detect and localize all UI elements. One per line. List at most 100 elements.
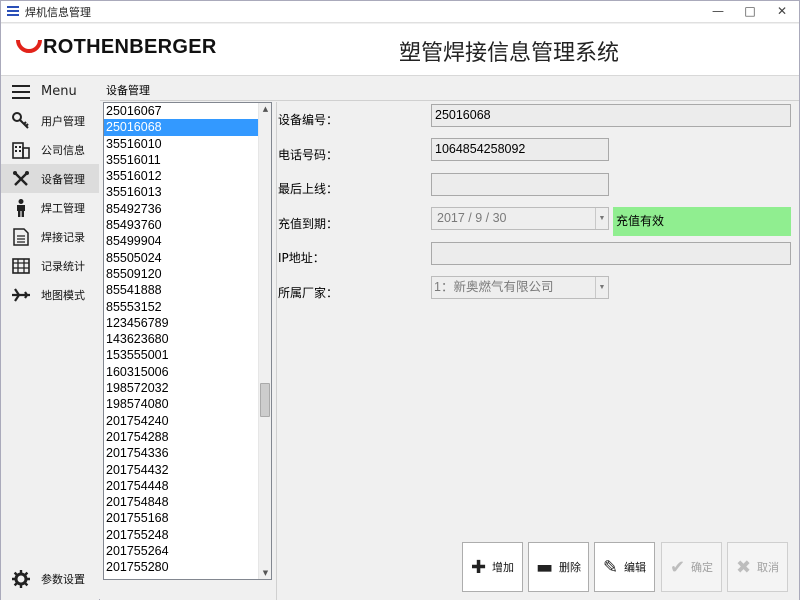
manufacturer-label: 所属厂家：: [278, 286, 339, 300]
list-item[interactable]: 198572032: [104, 380, 258, 396]
app-header: ROTHENBERGER 塑管焊接信息管理系统: [1, 24, 799, 76]
tools-icon: [1, 170, 41, 188]
add-button-label: 增加: [492, 561, 515, 574]
recharge-date-picker[interactable]: 2017 / 9 / 30 ▼: [431, 207, 609, 230]
device-list[interactable]: 25016067 25016068 35516010 35516011 35516012…: [103, 102, 272, 580]
check-icon: ✔: [669, 556, 686, 578]
document-icon: [1, 227, 41, 246]
system-title: 塑管焊接信息管理系统: [399, 41, 620, 66]
list-item[interactable]: 201754336: [104, 445, 258, 461]
sidebar: Menu 用户管理 公司信息 设备管理 焊工管理 焊接记录 记录统计 地图模式 …: [1, 77, 99, 600]
app-window: 焊机信息管理 — □ ✕ ROTHENBERGER 塑管焊接信息管理系统 Men…: [0, 0, 800, 600]
list-item[interactable]: 25016068: [104, 119, 258, 136]
scroll-up-icon[interactable]: ▲: [259, 103, 271, 115]
settings-label: 参数设置: [41, 572, 85, 586]
title-bar: 焊机信息管理 — □ ✕: [1, 1, 799, 23]
delete-button[interactable]: ▬ 删除: [528, 542, 589, 592]
list-item[interactable]: 123456789: [104, 315, 258, 331]
sidebar-item-label: 记录统计: [41, 259, 85, 273]
list-scrollbar[interactable]: ▲ ▼: [258, 103, 271, 579]
sidebar-item-label: 焊工管理: [41, 201, 85, 215]
chevron-down-icon[interactable]: ▼: [595, 208, 608, 229]
list-item[interactable]: 201755264: [104, 543, 258, 559]
list-item[interactable]: 35516011: [104, 152, 258, 168]
sidebar-item-devices[interactable]: 设备管理: [1, 164, 99, 193]
add-button[interactable]: ✚ 增加: [462, 542, 523, 592]
person-icon: [1, 198, 41, 217]
manufacturer-value: 1：新奥燃气有限公司: [434, 280, 554, 294]
confirm-button[interactable]: ✔ 确定: [661, 542, 722, 592]
menu-label: Menu: [41, 84, 77, 99]
list-item[interactable]: 201754288: [104, 429, 258, 445]
minimize-button[interactable]: —: [711, 3, 725, 19]
list-item[interactable]: 201754848: [104, 494, 258, 510]
list-item[interactable]: 160315006: [104, 364, 258, 380]
last-online-field[interactable]: [431, 173, 609, 196]
gear-icon: [1, 569, 41, 588]
plus-icon: ✚: [470, 556, 487, 578]
list-item[interactable]: 201754240: [104, 413, 258, 429]
recharge-date-value: 2017 / 9 / 30: [437, 211, 507, 225]
key-icon: [1, 111, 41, 130]
hamburger-icon: [1, 84, 41, 99]
list-item[interactable]: 35516010: [104, 136, 258, 152]
sidebar-item-users[interactable]: 用户管理: [1, 106, 99, 135]
confirm-button-label: 确定: [691, 561, 714, 574]
main-panel: 设备管理 25016067 25016068 35516010 35516011 355…: [100, 77, 799, 600]
sidebar-item-statistics[interactable]: 记录统计: [1, 251, 99, 280]
list-item[interactable]: 85493760: [104, 217, 258, 233]
list-item[interactable]: 85505024: [104, 250, 258, 266]
list-item[interactable]: 198574080: [104, 396, 258, 412]
scroll-down-icon[interactable]: ▼: [259, 567, 271, 579]
list-item[interactable]: 85553152: [104, 299, 258, 315]
list-item[interactable]: 35516012: [104, 168, 258, 184]
device-no-label: 设备编号：: [278, 113, 339, 127]
building-icon: [1, 141, 41, 159]
list-item[interactable]: 85499904: [104, 233, 258, 249]
sidebar-item-label: 地图模式: [41, 288, 85, 302]
scroll-thumb[interactable]: [260, 383, 270, 417]
list-item[interactable]: 201754448: [104, 478, 258, 494]
edit-button[interactable]: ✎ 编辑: [594, 542, 655, 592]
list-item[interactable]: 85492736: [104, 201, 258, 217]
recharge-status-badge: 充值有效: [613, 207, 791, 236]
list-item[interactable]: 201755248: [104, 527, 258, 543]
sidebar-item-label: 用户管理: [41, 114, 85, 128]
list-item[interactable]: 201754432: [104, 462, 258, 478]
phone-label: 电话号码：: [278, 148, 339, 162]
device-no-field[interactable]: 25016068: [431, 104, 791, 127]
list-item[interactable]: 85509120: [104, 266, 258, 282]
list-item[interactable]: 153555001: [104, 347, 258, 363]
manufacturer-select[interactable]: 1：新奥燃气有限公司 ▼: [431, 276, 609, 299]
list-item[interactable]: 25016067: [104, 103, 258, 119]
last-online-label: 最后上线：: [278, 182, 339, 196]
sidebar-item-map[interactable]: 地图模式: [1, 280, 99, 309]
table-icon: [1, 257, 41, 274]
panel-divider: [276, 102, 277, 600]
sidebar-item-settings[interactable]: 参数设置: [1, 564, 99, 593]
list-item[interactable]: 201755280: [104, 559, 258, 575]
ip-label: IP地址：: [278, 251, 325, 265]
close-button[interactable]: ✕: [775, 3, 789, 19]
minus-icon: ▬: [535, 556, 553, 578]
maximize-button[interactable]: □: [743, 3, 757, 19]
section-title: 设备管理: [106, 84, 150, 97]
list-item[interactable]: 35516013: [104, 184, 258, 200]
sidebar-item-weld-records[interactable]: 焊接记录: [1, 222, 99, 251]
sidebar-item-company[interactable]: 公司信息: [1, 135, 99, 164]
chevron-down-icon[interactable]: ▼: [595, 277, 608, 298]
sidebar-item-label: 焊接记录: [41, 230, 85, 244]
sidebar-item-welders[interactable]: 焊工管理: [1, 193, 99, 222]
menu-toggle[interactable]: Menu: [1, 77, 99, 106]
ip-field[interactable]: [431, 242, 791, 265]
delete-button-label: 删除: [559, 561, 581, 574]
rothenberger-logo: ROTHENBERGER: [15, 34, 225, 64]
list-item[interactable]: 201755168: [104, 510, 258, 526]
list-item[interactable]: 85541888: [104, 282, 258, 298]
list-item[interactable]: 143623680: [104, 331, 258, 347]
section-header: 设备管理: [100, 77, 799, 101]
sidebar-item-label: 设备管理: [41, 172, 85, 186]
cancel-button[interactable]: ✖ 取消: [727, 542, 788, 592]
phone-field[interactable]: 1064854258092: [431, 138, 609, 161]
sidebar-item-label: 公司信息: [41, 143, 85, 157]
